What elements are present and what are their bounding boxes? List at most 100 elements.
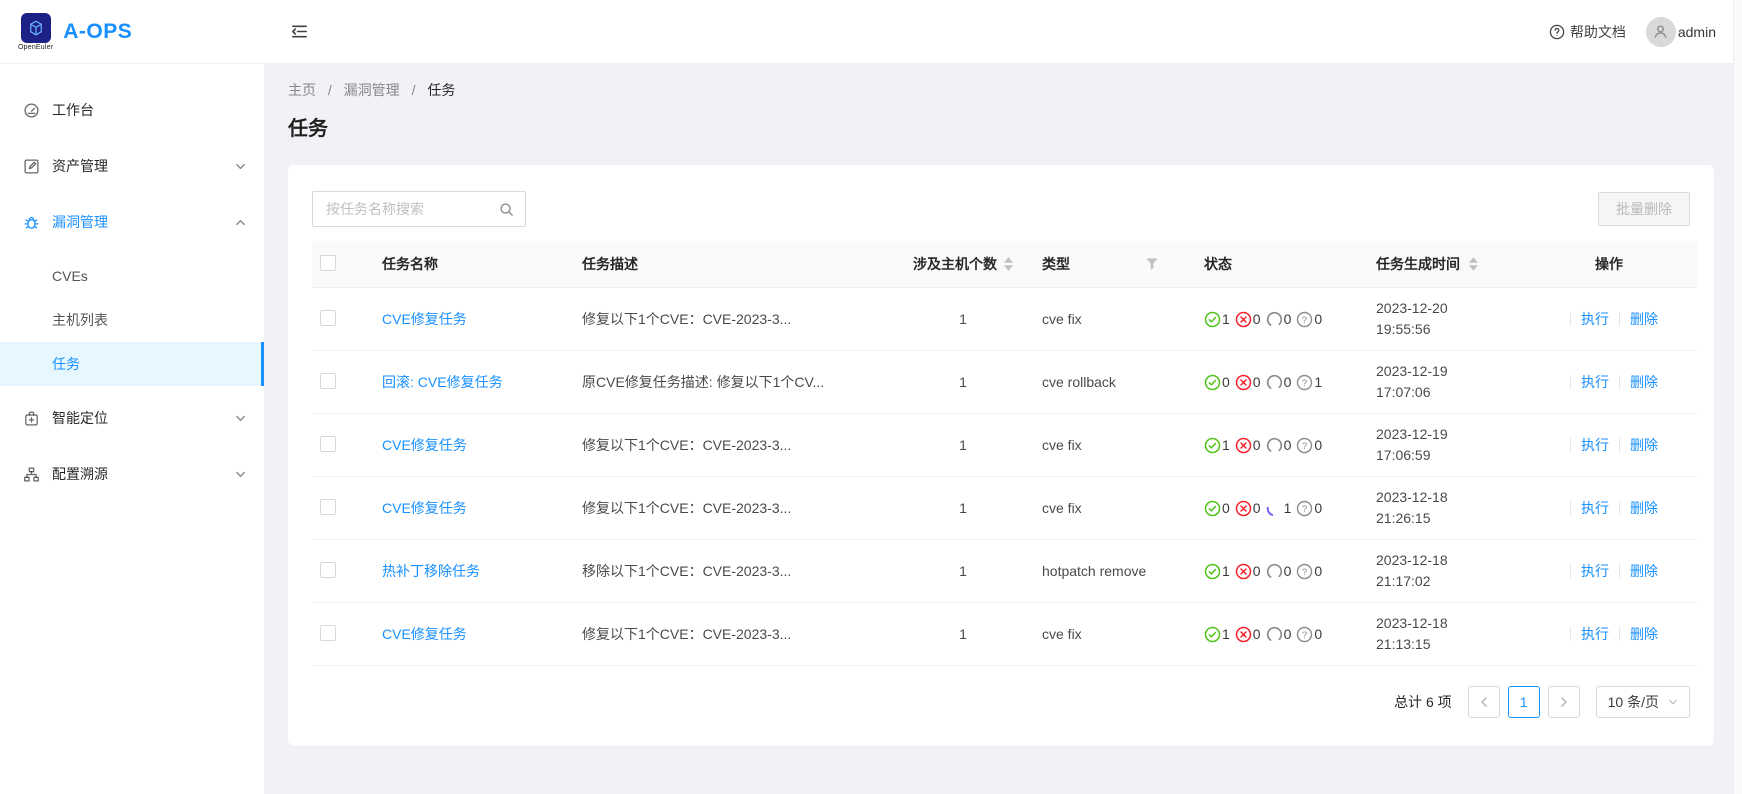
openeuler-logo-icon: OpenEuler <box>18 13 53 51</box>
task-row: CVE修复任务 修复以下1个CVE：CVE-2023-3... 1 cve fi… <box>312 414 1698 477</box>
scrollbar-track[interactable] <box>1733 0 1742 794</box>
breadcrumb-separator: / <box>328 82 332 98</box>
running-icon <box>1266 437 1283 454</box>
task-description: 修复以下1个CVE：CVE-2023-3... <box>574 414 892 477</box>
task-name-link[interactable]: CVE修复任务 <box>382 626 467 642</box>
task-type: cve fix <box>1034 414 1196 477</box>
running-icon <box>1266 374 1283 391</box>
filter-funnel-icon[interactable] <box>1146 258 1188 270</box>
execute-button[interactable]: 执行 <box>1581 561 1609 581</box>
row-checkbox[interactable] <box>320 436 336 452</box>
tasks-table: 任务名称 任务描述 涉及主机个数 <box>312 241 1698 666</box>
delete-button[interactable]: 删除 <box>1630 309 1658 329</box>
apartment-icon <box>22 465 40 483</box>
host-count: 1 <box>892 540 1034 603</box>
sort-icons[interactable] <box>1004 257 1013 271</box>
created-time: 2023-12-1821:13:15 <box>1376 613 1512 655</box>
search-icon[interactable] <box>499 202 514 217</box>
running-icon <box>1266 626 1283 643</box>
execute-button[interactable]: 执行 <box>1581 498 1609 518</box>
medicine-box-icon <box>22 409 40 427</box>
select-all-checkbox[interactable] <box>320 255 336 271</box>
failed-icon <box>1235 626 1252 643</box>
task-name-link[interactable]: CVE修复任务 <box>382 311 467 327</box>
bug-icon <box>22 213 40 231</box>
topbar: 帮助文档 admin <box>264 0 1742 64</box>
col-actions: 操作 <box>1520 241 1698 288</box>
page-1-button[interactable]: 1 <box>1508 686 1540 718</box>
help-docs-label: 帮助文档 <box>1570 22 1626 42</box>
created-time: 2023-12-1917:06:59 <box>1376 424 1512 466</box>
running-count: 0 <box>1284 374 1292 390</box>
action-divider <box>1570 438 1571 452</box>
row-actions: 执行 删除 <box>1528 372 1690 392</box>
sidebar-item-label: 漏洞管理 <box>52 212 108 232</box>
task-name-link[interactable]: CVE修复任务 <box>382 437 467 453</box>
menu-fold-icon[interactable] <box>290 22 309 41</box>
created-time: 2023-12-1917:07:06 <box>1376 361 1512 403</box>
success-count: 1 <box>1222 437 1230 453</box>
execute-button[interactable]: 执行 <box>1581 624 1609 644</box>
sidebar-item-config-trace[interactable]: 配置溯源 <box>0 450 264 498</box>
delete-button[interactable]: 删除 <box>1630 561 1658 581</box>
chevron-down-icon <box>235 413 246 424</box>
app-root: OpenEuler A-OPS 工作台 资产管理 <box>0 0 1742 794</box>
success-icon <box>1204 311 1221 328</box>
col-host-count[interactable]: 涉及主机个数 <box>900 254 1026 274</box>
svg-text:?: ? <box>1302 315 1307 326</box>
col-type: 类型 <box>1042 254 1188 274</box>
delete-button[interactable]: 删除 <box>1630 435 1658 455</box>
sidebar-item-host-list[interactable]: 主机列表 <box>0 298 264 342</box>
breadcrumb-vuln-mgmt[interactable]: 漏洞管理 <box>344 82 400 98</box>
task-name-link[interactable]: 回滚: CVE修复任务 <box>382 374 503 390</box>
row-actions: 执行 删除 <box>1528 435 1690 455</box>
help-docs-link[interactable]: 帮助文档 <box>1549 22 1626 42</box>
row-checkbox[interactable] <box>320 625 336 641</box>
task-name-link[interactable]: 热补丁移除任务 <box>382 563 480 579</box>
sidebar-item-workbench[interactable]: 工作台 <box>0 86 264 134</box>
delete-button[interactable]: 删除 <box>1630 624 1658 644</box>
main-area: 帮助文档 admin 主页 / 漏洞管理 / 任务 任务 <box>264 0 1742 794</box>
batch-delete-button[interactable]: 批量删除 <box>1598 192 1690 226</box>
page-title: 任务 <box>288 112 1714 141</box>
sidebar-subitem-label: 任务 <box>52 354 80 374</box>
execute-button[interactable]: 执行 <box>1581 309 1609 329</box>
sidebar-item-cves[interactable]: CVEs <box>0 254 264 298</box>
row-checkbox[interactable] <box>320 373 336 389</box>
prev-page-button[interactable] <box>1468 686 1500 718</box>
page-size-select[interactable]: 10 条/页 <box>1596 686 1690 718</box>
sort-icons[interactable] <box>1469 257 1478 271</box>
task-description: 原CVE修复任务描述: 修复以下1个CV... <box>574 351 892 414</box>
next-page-button[interactable] <box>1548 686 1580 718</box>
brand-logo[interactable]: OpenEuler A-OPS <box>0 0 264 64</box>
col-task-description: 任务描述 <box>574 241 892 288</box>
running-count: 0 <box>1284 626 1292 642</box>
failed-icon <box>1235 311 1252 328</box>
col-created-time[interactable]: 任务生成时间 <box>1376 254 1512 274</box>
breadcrumb-home[interactable]: 主页 <box>288 82 316 98</box>
host-count: 1 <box>892 414 1034 477</box>
sidebar-item-smart-locate[interactable]: 智能定位 <box>0 394 264 442</box>
execute-button[interactable]: 执行 <box>1581 372 1609 392</box>
action-divider <box>1570 375 1571 389</box>
search-input[interactable] <box>324 200 499 218</box>
task-name-link[interactable]: CVE修复任务 <box>382 500 467 516</box>
delete-button[interactable]: 删除 <box>1630 372 1658 392</box>
topbar-right: 帮助文档 admin <box>1549 17 1716 47</box>
created-time: 2023-12-1821:26:15 <box>1376 487 1512 529</box>
row-checkbox[interactable] <box>320 499 336 515</box>
task-search[interactable] <box>312 191 526 227</box>
sidebar-item-label: 资产管理 <box>52 156 108 176</box>
sidebar-item-vulnerability[interactable]: 漏洞管理 <box>0 198 264 246</box>
user-menu[interactable]: admin <box>1646 17 1716 47</box>
sidebar-item-tasks[interactable]: 任务 <box>0 342 264 386</box>
chevron-down-icon <box>1668 697 1678 707</box>
status-cell: 1 0 0 ?0 <box>1204 563 1360 580</box>
row-checkbox[interactable] <box>320 562 336 578</box>
success-icon <box>1204 374 1221 391</box>
sidebar-item-assets[interactable]: 资产管理 <box>0 142 264 190</box>
svg-text:?: ? <box>1302 630 1307 641</box>
row-checkbox[interactable] <box>320 310 336 326</box>
execute-button[interactable]: 执行 <box>1581 435 1609 455</box>
delete-button[interactable]: 删除 <box>1630 498 1658 518</box>
